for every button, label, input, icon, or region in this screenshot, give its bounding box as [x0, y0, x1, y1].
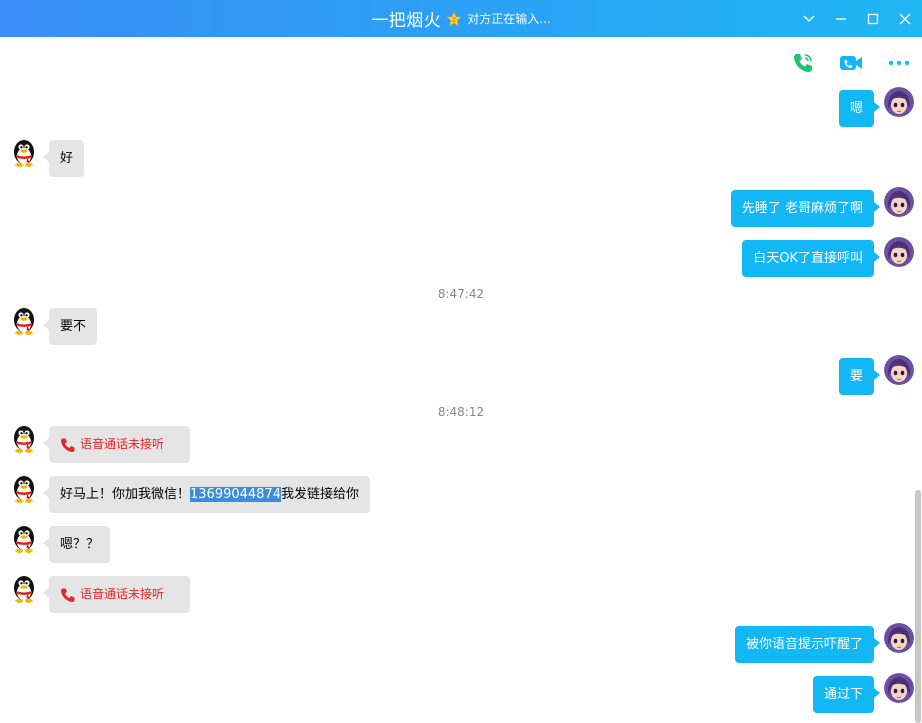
missed-call-bubble[interactable]: 语音通话未接听 — [43, 576, 190, 613]
message-timestamp: 8:48:12 — [437, 405, 485, 419]
contact-avatar[interactable] — [9, 306, 39, 336]
contact-avatar[interactable] — [9, 524, 39, 554]
message-bubble[interactable]: 通过下 — [812, 676, 881, 713]
chevron-down-icon[interactable] — [800, 10, 818, 28]
svg-text:Z: Z — [452, 18, 456, 24]
phone-missed-icon — [61, 588, 75, 602]
message-bubble[interactable]: 嗯 — [838, 90, 881, 127]
missed-call-bubble[interactable]: 语音通话未接听 — [43, 426, 190, 463]
message-text-after: 我发链接给你 — [281, 487, 360, 502]
missed-call-label: 语音通话未接听 — [80, 587, 165, 601]
selected-phone-number[interactable]: 13699044874 — [190, 487, 281, 502]
message-text-before: 好马上！你加我微信！ — [60, 487, 191, 502]
message-bubble[interactable]: 好马上！你加我微信！13699044874我发链接给你 — [42, 476, 371, 513]
message-bubble[interactable]: 要不 — [42, 308, 98, 345]
my-avatar[interactable] — [884, 355, 914, 385]
message-bubble[interactable]: 好 — [42, 140, 85, 177]
chat-toolbar — [790, 50, 912, 76]
window-controls — [800, 0, 914, 37]
my-avatar[interactable] — [884, 623, 914, 653]
contact-avatar[interactable] — [9, 424, 39, 454]
close-icon[interactable] — [896, 10, 914, 28]
phone-missed-icon — [61, 438, 75, 452]
minimize-icon[interactable] — [832, 10, 850, 28]
title-center: 一把烟火 Z 对方正在输入... — [0, 0, 922, 37]
contact-name[interactable]: 一把烟火 — [371, 6, 441, 31]
my-avatar[interactable] — [884, 237, 914, 267]
my-avatar[interactable] — [884, 87, 914, 117]
contact-avatar[interactable] — [9, 474, 39, 504]
voice-call-icon[interactable] — [790, 50, 816, 76]
message-bubble[interactable]: 先睡了 老哥麻烦了啊 — [730, 190, 881, 227]
message-bubble[interactable]: 白天OK了直接呼叫 — [742, 240, 880, 277]
contact-avatar[interactable] — [9, 138, 39, 168]
my-avatar[interactable] — [884, 673, 914, 703]
missed-call-label: 语音通话未接听 — [80, 437, 165, 451]
message-bubble[interactable]: 嗯？？ — [42, 526, 111, 563]
video-call-icon[interactable] — [838, 50, 864, 76]
maximize-icon[interactable] — [864, 10, 882, 28]
message-timestamp: 8:47:42 — [437, 287, 485, 301]
contact-avatar[interactable] — [9, 574, 39, 604]
message-bubble[interactable]: 要 — [838, 358, 881, 395]
my-avatar[interactable] — [884, 187, 914, 217]
message-bubble[interactable]: 被你语音提示吓醒了 — [734, 626, 881, 663]
scrollbar-thumb[interactable] — [915, 490, 921, 723]
typing-status: 对方正在输入... — [467, 12, 551, 26]
more-icon[interactable] — [886, 50, 912, 76]
title-bar: 一把烟火 Z 对方正在输入... — [0, 0, 922, 37]
star-badge-icon: Z — [446, 10, 463, 27]
